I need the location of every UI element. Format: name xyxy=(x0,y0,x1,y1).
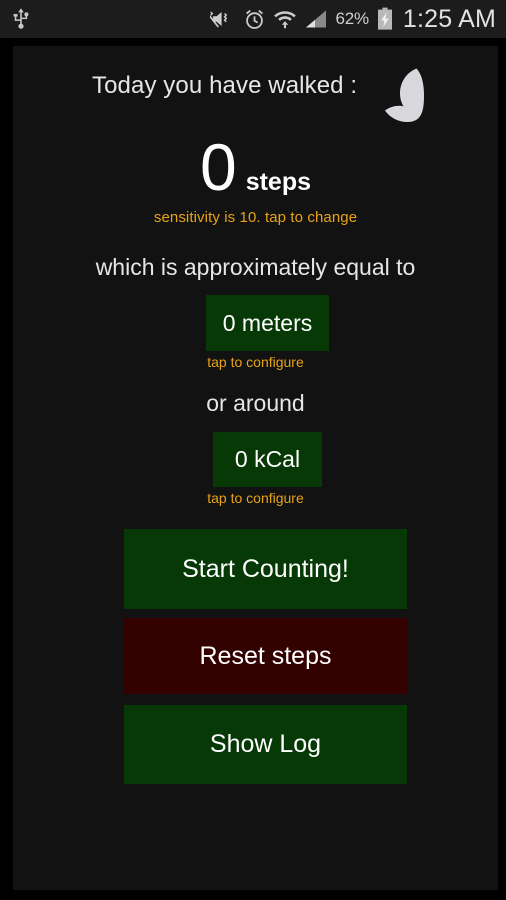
usb-icon xyxy=(10,7,32,31)
distance-configure-link[interactable]: tap to configure xyxy=(13,354,498,370)
calories-configure-link[interactable]: tap to configure xyxy=(13,490,498,506)
calories-section-label: or around xyxy=(206,390,305,416)
show-log-button[interactable]: Show Log xyxy=(124,705,407,784)
distance-value-button[interactable]: 0 meters xyxy=(206,295,329,351)
page-title: Today you have walked : xyxy=(92,72,358,99)
start-counting-button[interactable]: Start Counting! xyxy=(124,529,407,609)
status-bar-left-icons xyxy=(0,7,32,31)
steps-value-row: 0 steps xyxy=(200,134,311,200)
header-row: Today you have walked : xyxy=(13,58,498,122)
wifi-icon xyxy=(273,8,297,30)
distance-section-label: which is approximately equal to xyxy=(95,254,416,280)
status-bar-right-icons: 62% 1:25 AM xyxy=(210,5,506,34)
steps-count: 0 xyxy=(199,130,237,204)
steps-summary: 0 steps sensitivity is 10. tap to change xyxy=(13,134,498,226)
status-bar: 62% 1:25 AM xyxy=(0,0,506,38)
pedometer-app-screen: Today you have walked : 0 steps sensitiv… xyxy=(13,46,498,890)
battery-percent-label: 62% xyxy=(335,9,369,28)
steps-unit-label: steps xyxy=(245,168,312,196)
alarm-icon xyxy=(243,8,266,31)
calories-value-button[interactable]: 0 kCal xyxy=(213,432,322,487)
app-window-frame: Today you have walked : 0 steps sensitiv… xyxy=(0,38,506,900)
sensitivity-setting-link[interactable]: sensitivity is 10. tap to change xyxy=(13,209,498,226)
crescent-moon-icon xyxy=(368,65,430,125)
cellular-signal-icon xyxy=(304,8,328,30)
status-bar-clock: 1:25 AM xyxy=(402,4,496,33)
reset-steps-button[interactable]: Reset steps xyxy=(124,618,407,694)
charging-battery-icon xyxy=(376,7,394,31)
mute-vibrate-icon xyxy=(210,8,236,30)
